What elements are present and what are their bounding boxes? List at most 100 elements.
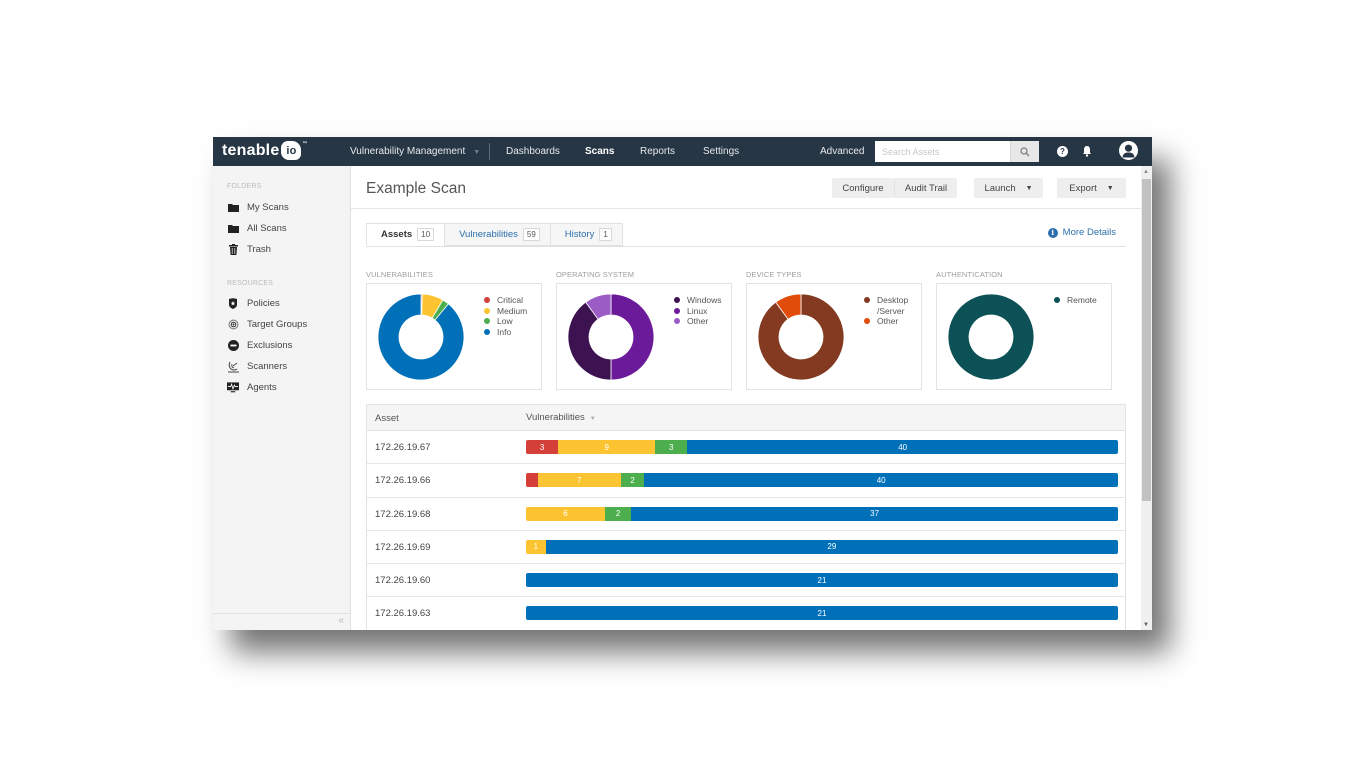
legend-item-info[interactable]: Info xyxy=(484,327,527,338)
table-row[interactable]: 172.26.19.69 1 29 xyxy=(367,531,1125,565)
bar-segment-info[interactable]: 21 xyxy=(526,573,1118,588)
search-input[interactable] xyxy=(875,141,1010,162)
legend-label: Low xyxy=(497,316,513,326)
table-row[interactable]: 172.26.19.67 3 9 3 40 xyxy=(367,431,1125,465)
table-row[interactable]: 172.26.19.63 21 xyxy=(367,597,1125,630)
sidebar-item-agents[interactable]: Agents xyxy=(227,382,277,393)
bar-segment-medium[interactable]: 6 xyxy=(526,506,605,521)
donut-slice-linux[interactable] xyxy=(610,293,655,381)
nav-dashboards[interactable]: Dashboards xyxy=(506,146,560,157)
bar-segment-info[interactable]: 37 xyxy=(631,506,1118,521)
legend-item-linux[interactable]: Linux xyxy=(674,306,721,317)
sidebar-item-target-groups[interactable]: Target Groups xyxy=(227,319,307,330)
nav-divider xyxy=(489,143,490,160)
legend-item-other[interactable]: Other xyxy=(674,316,721,327)
vulnerability-bar[interactable]: 1 29 xyxy=(526,539,1118,554)
table-row[interactable]: 172.26.19.66 7 2 40 xyxy=(367,464,1125,498)
audit-trail-button[interactable]: Audit Trail xyxy=(894,178,957,198)
folder-icon xyxy=(227,223,239,234)
product-switcher[interactable]: Vulnerability Management ▼ xyxy=(350,146,480,157)
nav-scans[interactable]: Scans xyxy=(585,146,614,157)
bar-segment-medium[interactable]: 1 xyxy=(526,539,546,554)
sidebar-item-label: Agents xyxy=(247,382,277,393)
tab-label: Vulnerabilities xyxy=(459,229,518,240)
bar-segment-info[interactable]: 40 xyxy=(687,440,1118,454)
configure-button[interactable]: Configure xyxy=(832,178,894,198)
asset-ip[interactable]: 172.26.19.69 xyxy=(375,542,430,553)
export-button[interactable]: Export ▼ xyxy=(1057,178,1126,198)
legend-item-medium[interactable]: Medium xyxy=(484,306,527,317)
bar-segment-info[interactable]: 40 xyxy=(644,473,1118,488)
sidebar-item-label: Policies xyxy=(247,298,280,309)
tenable-io-logo[interactable]: tenable io ™ xyxy=(222,141,308,160)
bar-segment-info[interactable]: 21 xyxy=(526,606,1118,621)
vulnerability-bar[interactable]: 6 2 37 xyxy=(526,506,1118,521)
bar-segment-low[interactable]: 2 xyxy=(604,506,632,521)
vertical-scrollbar[interactable]: ▲ ▼ xyxy=(1141,166,1152,630)
bar-segment-critical[interactable] xyxy=(526,473,538,488)
header-divider xyxy=(351,208,1141,209)
tab-history[interactable]: History 1 xyxy=(550,223,623,246)
sidebar-item-exclusions[interactable]: Exclusions xyxy=(227,340,292,351)
vulnerabilities-widget[interactable]: Critical Medium Low Info xyxy=(366,283,542,390)
bar-segment-medium[interactable]: 9 xyxy=(558,440,656,454)
sidebar: FOLDERS My Scans All Scans Trash RESOURC… xyxy=(213,166,351,630)
asset-ip[interactable]: 172.26.19.63 xyxy=(375,608,430,619)
sidebar-item-trash[interactable]: Trash xyxy=(227,244,271,255)
search-button[interactable] xyxy=(1010,141,1039,162)
notifications-bell-icon[interactable] xyxy=(1082,145,1092,157)
nav-settings[interactable]: Settings xyxy=(703,146,739,157)
asset-ip[interactable]: 172.26.19.68 xyxy=(375,509,430,520)
asset-ip[interactable]: 172.26.19.60 xyxy=(375,575,430,586)
asset-ip[interactable]: 172.26.19.67 xyxy=(375,442,430,453)
column-header-asset[interactable]: Asset xyxy=(375,413,399,424)
caret-down-icon: ▼ xyxy=(1106,184,1114,192)
bar-segment-low[interactable]: 2 xyxy=(620,473,645,488)
legend-item-other[interactable]: Other xyxy=(864,316,908,327)
vulnerability-bar[interactable]: 3 9 3 40 xyxy=(526,440,1118,454)
sidebar-item-policies[interactable]: Policies xyxy=(227,298,280,309)
collapse-sidebar-icon[interactable]: « xyxy=(338,615,344,626)
bar-segment-medium[interactable]: 7 xyxy=(537,473,621,488)
scrollbar-thumb[interactable] xyxy=(1142,179,1151,501)
more-details-link[interactable]: i More Details xyxy=(1047,227,1116,238)
legend-label: Desktop /Server xyxy=(877,295,909,316)
scroll-down-arrow-icon[interactable]: ▼ xyxy=(1143,622,1149,628)
bar-segment-low[interactable]: 3 xyxy=(655,440,688,454)
sidebar-item-label: Trash xyxy=(247,244,271,255)
tab-vulnerabilities[interactable]: Vulnerabilities 59 xyxy=(445,223,551,246)
asset-ip[interactable]: 172.26.19.66 xyxy=(375,475,430,486)
help-icon[interactable]: ? xyxy=(1057,146,1068,157)
nav-reports[interactable]: Reports xyxy=(640,146,675,157)
sidebar-item-my-scans[interactable]: My Scans xyxy=(227,202,289,213)
bar-segment-critical[interactable]: 3 xyxy=(526,440,559,454)
bar-segment-info[interactable]: 29 xyxy=(545,539,1118,554)
device-types-widget[interactable]: Desktop /Server Other xyxy=(746,283,922,390)
legend-item-desktop-server[interactable]: Desktop /Server xyxy=(864,295,908,316)
legend-item-windows[interactable]: Windows xyxy=(674,295,721,306)
donut-slice-info[interactable] xyxy=(377,293,465,381)
table-row[interactable]: 172.26.19.60 21 xyxy=(367,564,1125,598)
legend-item-remote[interactable]: Remote xyxy=(1054,295,1097,306)
legend-item-low[interactable]: Low xyxy=(484,316,527,327)
vulnerability-bar[interactable]: 21 xyxy=(526,573,1118,588)
sidebar-item-all-scans[interactable]: All Scans xyxy=(227,223,287,234)
search-assets xyxy=(875,141,1039,162)
launch-button[interactable]: Launch ▼ xyxy=(974,178,1043,198)
legend-item-critical[interactable]: Critical xyxy=(484,295,527,306)
legend-dot-icon xyxy=(484,307,490,314)
authentication-widget[interactable]: Remote xyxy=(936,283,1112,390)
scroll-up-arrow-icon[interactable]: ▲ xyxy=(1143,169,1149,175)
vulnerability-bar[interactable]: 21 xyxy=(526,606,1118,621)
user-avatar-icon[interactable] xyxy=(1119,141,1138,160)
table-row[interactable]: 172.26.19.68 6 2 37 xyxy=(367,498,1125,531)
sidebar-item-label: Target Groups xyxy=(247,319,308,330)
column-header-vulnerabilities[interactable]: Vulnerabilities ▼ xyxy=(526,412,596,423)
operating-system-widget[interactable]: Windows Linux Other xyxy=(556,283,732,390)
tab-assets[interactable]: Assets 10 xyxy=(366,223,446,246)
donut-slice-remote[interactable] xyxy=(947,293,1035,381)
sidebar-item-scanners[interactable]: Scanners xyxy=(227,361,287,372)
nav-advanced[interactable]: Advanced xyxy=(820,146,864,157)
vulnerability-bar[interactable]: 7 2 40 xyxy=(526,473,1118,488)
table-header: Asset Vulnerabilities ▼ xyxy=(367,405,1125,431)
